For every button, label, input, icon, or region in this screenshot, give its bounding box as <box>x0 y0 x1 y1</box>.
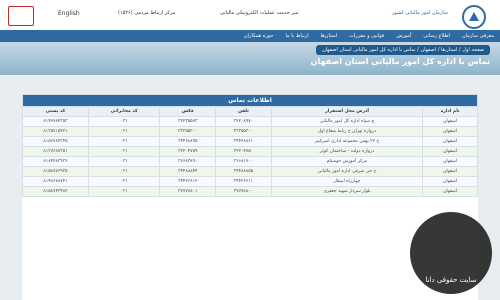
cell-fax: ۳۳۳۵۵۳۰۰ <box>159 126 217 137</box>
cell-postal: ۸۱۵۶۷۸۴۳۴۵ <box>22 136 89 147</box>
nav-item-contact[interactable]: ارتباط با ما <box>285 33 308 39</box>
cell-office: اصفهان <box>422 126 478 137</box>
cell-postal: ۸۱۳۷۶۸۷۳۵۱ <box>22 146 89 157</box>
nav-item-news[interactable]: اطلاع رسانی <box>423 33 450 39</box>
cell-phone: ۳۴۴۸۸۸۵۵ <box>215 166 272 177</box>
org-name: سازمان امور مالیاتی کشور <box>392 10 448 16</box>
call-center-link[interactable]: مرکز ارتباط مردمی (۱۵۲۶) <box>118 10 175 16</box>
cell-fax: ۳۲۲۰۴۷۵۹ <box>159 146 217 157</box>
column-phone: تلفن <box>215 106 272 117</box>
cell-code: ۰۳۱ <box>87 116 161 127</box>
cell-code: ۰۳۱ <box>87 166 161 177</box>
cell-code: ۰۳۱ <box>87 146 161 157</box>
table-row: اصفهان چ سپاه اداره کل امور مالیاتی ۳۲۲۰… <box>22 116 478 127</box>
cell-office: اصفهان <box>422 156 478 167</box>
cell-fax: ۳۶۶۸۳۸۹۰ <box>159 156 217 167</box>
cell-address: خ ۲۲ بهمن مجموعه اداری امیرکبیر <box>270 136 424 147</box>
cell-address: خ جی شرقی اداره امور مالیاتی <box>270 166 424 177</box>
breadcrumb[interactable]: صفحه اول / استان‌ها / اصفهان / تماس با ا… <box>316 45 490 55</box>
cell-phone: ۳۷۷۷۸۸۰۰ <box>215 186 272 197</box>
cell-postal: ۸۱۵۸۷۷۶۹۳۵ <box>22 166 89 177</box>
national-logo-icon <box>8 6 34 26</box>
page-title: تماس با اداره کل امور مالیاتی استان اصفه… <box>310 57 490 66</box>
cell-address: چ سپاه اداره کل امور مالیاتی <box>270 116 424 127</box>
column-office: نام اداره <box>422 106 478 117</box>
nav-item-about[interactable]: معرفی سازمان <box>462 33 494 39</box>
cell-fax: ۳۲۲۳۵۵۷۳ <box>159 116 217 127</box>
contact-card: اطلاعات تماس نام اداره آدرس محل استقرار … <box>22 94 478 300</box>
portal-link[interactable]: میز خدمت عملیات الکترونیکی مالیاتی <box>220 10 298 16</box>
cell-fax: ۳۴۴۶۸۸۹۵ <box>159 136 217 147</box>
column-area-code: کد مخابراتی <box>87 106 161 117</box>
cell-address: مرکز آموزش خوشنام <box>270 156 424 167</box>
table-row: اصفهان مرکز آموزش خوشنام ۳۶۶۸۱۷۰۰ ۳۶۶۸۳۸… <box>22 156 478 167</box>
cell-postal: ۸۱۴۷۷۸۴۳۵۳ <box>22 116 89 127</box>
cell-postal: ۸۱۴۸۶۷۸۷۴۱ <box>22 176 89 187</box>
cell-postal: ۸۱۸۴۴۸۳۹۳۶ <box>22 156 89 167</box>
column-postal: کد پستی <box>22 106 89 117</box>
column-address: آدرس محل استقرار <box>270 106 424 117</box>
cell-code: ۰۳۱ <box>87 176 161 187</box>
cell-phone: ۳۶۶۸۱۷۰۰ <box>215 156 272 167</box>
cell-phone: ۳۴۴۲۶۶۱۱ <box>215 176 272 187</box>
cell-office: اصفهان <box>422 116 478 127</box>
cell-postal: ۸۱۵۸۷۴۳۴۸۲ <box>22 186 89 197</box>
column-fax: فکس <box>159 106 217 117</box>
nav-item-provinces[interactable]: استان‌ها <box>321 33 337 39</box>
table-row: اصفهان بلوار سردار شهید جعفری ۳۷۷۷۸۸۰۰ ۳… <box>22 186 478 197</box>
org-logo-icon <box>462 5 486 29</box>
cell-address: دروازه دولت - ساختمان کوثر <box>270 146 424 157</box>
cell-address: دروازه تهران خ رباط شعاع اول <box>270 126 424 137</box>
cell-office: اصفهان <box>422 166 478 177</box>
top-header: سازمان امور مالیاتی کشور میز خدمت عملیات… <box>0 0 500 30</box>
cell-code: ۰۳۱ <box>87 186 161 197</box>
table-title-row: اطلاعات تماس <box>22 94 478 107</box>
table-row: اصفهان چهارراه ابیطار ۳۴۴۲۶۶۱۱ ۳۴۴۲۶۶۱۲ … <box>22 176 478 187</box>
table-row: اصفهان خ ۲۲ بهمن مجموعه اداری امیرکبیر ۳… <box>22 136 478 147</box>
contact-table: اطلاعات تماس نام اداره آدرس محل استقرار … <box>22 94 478 197</box>
table-row: اصفهان دروازه دولت - ساختمان کوثر ۳۲۲۰۴۷… <box>22 146 478 157</box>
cell-code: ۰۳۱ <box>87 136 161 147</box>
language-link[interactable]: English <box>58 10 80 17</box>
cell-fax: ۳۴۴۲۶۶۱۲ <box>159 176 217 187</box>
cell-postal: ۸۱۳۵۷۱۵۴۲۱ <box>22 126 89 137</box>
cell-address: چهارراه ابیطار <box>270 176 424 187</box>
cell-office: اصفهان <box>422 146 478 157</box>
cell-office: اصفهان <box>422 136 478 147</box>
table-header-row: نام اداره آدرس محل استقرار تلفن فکس کد م… <box>22 106 478 117</box>
cell-fax: ۳۷۷۷۸۸۰۱ <box>159 186 217 197</box>
cell-phone: ۳۲۲۰۸۹۷۰ <box>215 116 272 127</box>
table-title: اطلاعات تماس <box>22 94 478 107</box>
nav-item-training[interactable]: آموزش <box>396 33 411 39</box>
cell-phone: ۳۴۴۲۸۸۶۱ <box>215 136 272 147</box>
nav-item-partners[interactable]: حوزه همکاران <box>244 33 274 39</box>
table-row: اصفهان دروازه تهران خ رباط شعاع اول ۳۳۳۵… <box>22 126 478 137</box>
nav-item-laws[interactable]: قوانین و مقررات <box>349 33 384 39</box>
cell-code: ۰۳۱ <box>87 126 161 137</box>
cell-address: بلوار سردار شهید جعفری <box>270 186 424 197</box>
cell-phone: ۳۳۳۵۵۳۰۰ <box>215 126 272 137</box>
watermark-text: سایت حقوقی دانا <box>425 276 477 284</box>
watermark-logo: سایت حقوقی دانا <box>410 212 492 294</box>
cell-office: اصفهان <box>422 176 478 187</box>
cell-phone: ۳۲۲۰۴۷۵۰ <box>215 146 272 157</box>
cell-code: ۰۳۱ <box>87 156 161 167</box>
cell-fax: ۳۴۴۸۸۸۴۴ <box>159 166 217 177</box>
cell-office: اصفهان <box>422 186 478 197</box>
main-nav: معرفی سازمان اطلاع رسانی آموزش قوانین و … <box>0 30 500 42</box>
page-banner: صفحه اول / استان‌ها / اصفهان / تماس با ا… <box>0 42 500 75</box>
table-row: اصفهان خ جی شرقی اداره امور مالیاتی ۳۴۴۸… <box>22 166 478 177</box>
